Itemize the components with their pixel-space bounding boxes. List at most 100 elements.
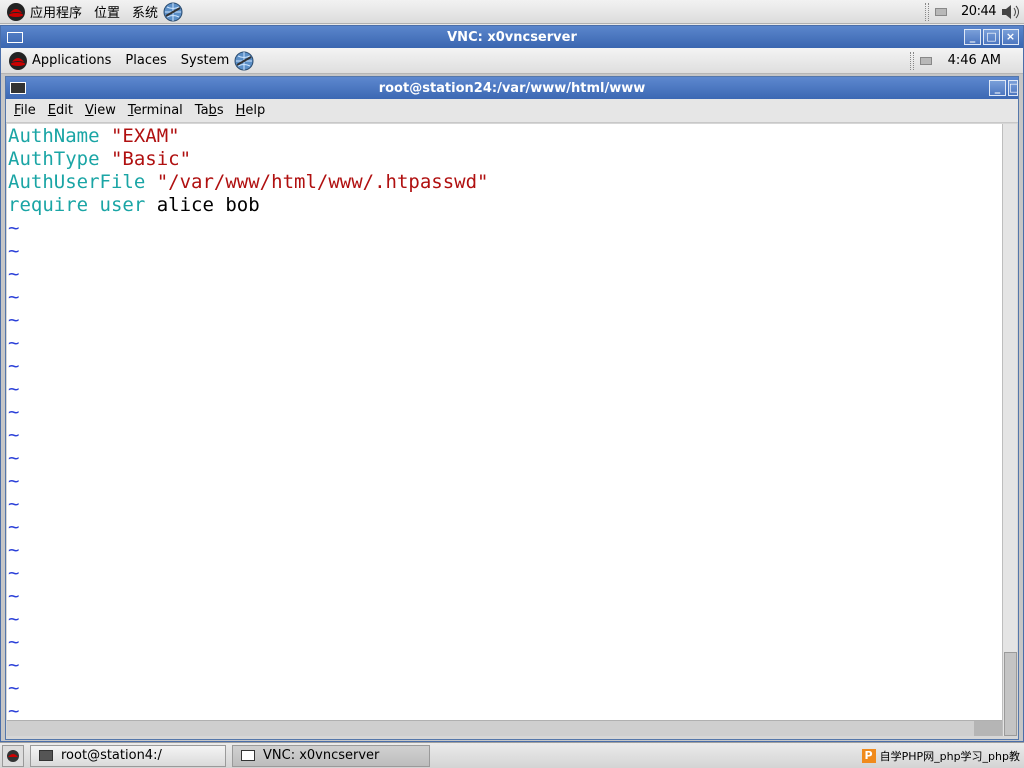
terminal-minimize-button[interactable]: _: [989, 80, 1006, 96]
menu-view-post: iew: [93, 103, 116, 118]
directive-string: "EXAM": [110, 125, 180, 147]
php-logo-icon: P: [861, 748, 876, 763]
menu-edit-mnemonic: E: [47, 103, 56, 118]
vertical-scrollbar[interactable]: [1002, 124, 1017, 736]
terminal-window: root@station24:/var/www/html/www _ □ Fil…: [5, 76, 1019, 740]
menu-view-mnemonic: V: [84, 103, 94, 118]
empty-line-marker: ~: [8, 470, 20, 492]
empty-line-marker: ~: [8, 332, 20, 354]
host-menu-label-1: 位置: [94, 6, 121, 21]
tray-separator: [925, 2, 930, 21]
menu-tabs-post: s: [216, 103, 224, 118]
menu-tabs-pre: Ta: [194, 103, 209, 118]
host-system-menu[interactable]: 系统: [126, 0, 190, 24]
empty-line-marker: ~: [8, 677, 20, 699]
menu-terminal[interactable]: Terminal: [122, 103, 189, 118]
minimize-button[interactable]: _: [964, 29, 981, 45]
menu-tabs[interactable]: Tabs: [189, 103, 230, 118]
window-icon: [241, 750, 255, 761]
show-desktop-button[interactable]: [2, 744, 24, 767]
empty-buffer-lines: ~ ~ ~ ~ ~ ~ ~ ~ ~ ~ ~ ~ ~ ~ ~ ~ ~ ~ ~ ~ ~ ~: [8, 217, 1002, 720]
vnc-window: VNC: x0vncserver _ □ × Applications Plac…: [0, 25, 1024, 742]
taskbar-item-label: VNC: x0vncserver: [263, 748, 380, 763]
directive-value: alice bob: [156, 194, 260, 216]
empty-line-marker: ~: [8, 493, 20, 515]
editor-line: AuthName "EXAM": [8, 125, 1002, 148]
empty-line-marker: ~: [8, 654, 20, 676]
editor-line: AuthUserFile "/var/www/html/www/.htpassw…: [8, 171, 1002, 194]
menu-terminal-post: erminal: [133, 103, 183, 118]
taskbar-item-terminal[interactable]: root@station4:/: [30, 744, 226, 767]
menu-file[interactable]: File: [6, 103, 42, 118]
terminal-title: root@station24:/var/www/html/www: [378, 80, 646, 96]
remote-system-menu[interactable]: System: [174, 48, 262, 74]
remote-clock[interactable]: 4:46 AM: [948, 53, 1001, 68]
horizontal-scrollbar[interactable]: [7, 720, 1002, 736]
window-menu-icon[interactable]: [7, 31, 23, 43]
watermark-text: 自学PHP网_php学习_php教: [879, 749, 1020, 763]
taskbar-item-label: root@station4:/: [61, 748, 162, 763]
host-places-menu[interactable]: 位置: [88, 0, 126, 24]
menu-edit[interactable]: Edit: [42, 103, 79, 118]
remote-menu-label-1: Places: [125, 53, 167, 68]
empty-line-marker: ~: [8, 355, 20, 377]
terminal-text-area[interactable]: AuthName "EXAM" AuthType "Basic" AuthUse…: [7, 124, 1002, 720]
empty-line-marker: ~: [8, 447, 20, 469]
horizontal-scrollbar-thumb[interactable]: [974, 721, 1002, 736]
network-globe-icon[interactable]: [233, 50, 255, 72]
menu-file-post: ile: [20, 103, 36, 118]
directive-keyword: AuthType: [8, 148, 100, 170]
vnc-titlebar[interactable]: VNC: x0vncserver _ □ ×: [1, 26, 1023, 48]
empty-line-marker: ~: [8, 401, 20, 423]
terminal-menubar: File Edit View Terminal Tabs Help: [6, 99, 1018, 123]
host-menu-label-2: 系统: [132, 6, 159, 21]
terminal-titlebar[interactable]: root@station24:/var/www/html/www _ □: [6, 77, 1018, 99]
empty-line-marker: ~: [8, 309, 20, 331]
empty-line-marker: ~: [8, 263, 20, 285]
remote-menu-label-0: Applications: [32, 53, 112, 68]
host-clock[interactable]: 20:44: [961, 4, 996, 19]
tray-indicator-icon[interactable]: [919, 56, 932, 65]
host-applications-menu[interactable]: 应用程序: [0, 0, 88, 24]
remote-top-panel: Applications Places System 4:46 AM: [1, 48, 1023, 74]
menu-help[interactable]: Help: [230, 103, 272, 118]
empty-line-marker: ~: [8, 539, 20, 561]
empty-line-marker: ~: [8, 217, 20, 239]
empty-line-marker: ~: [8, 631, 20, 653]
menu-tabs-mnemonic: b: [208, 103, 217, 118]
tray-indicator-icon[interactable]: [935, 7, 948, 16]
redhat-icon: [7, 2, 25, 21]
menu-edit-post: dit: [56, 103, 73, 118]
menu-view[interactable]: View: [79, 103, 122, 118]
directive-keyword: AuthName: [8, 125, 100, 147]
empty-line-marker: ~: [8, 378, 20, 400]
scrollbar-thumb[interactable]: [1004, 652, 1017, 736]
empty-line-marker: ~: [8, 562, 20, 584]
network-globe-icon[interactable]: [162, 1, 184, 23]
directive-string: "Basic": [110, 148, 192, 170]
terminal-maximize-button[interactable]: □: [1008, 80, 1018, 96]
vnc-window-title: VNC: x0vncserver: [447, 29, 577, 45]
close-button[interactable]: ×: [1002, 29, 1019, 45]
watermark: P 自学PHP网_php学习_php教: [861, 748, 1020, 764]
redhat-icon: [9, 51, 27, 70]
empty-line-marker: ~: [8, 700, 20, 720]
empty-line-marker: ~: [8, 424, 20, 446]
empty-line-marker: ~: [8, 516, 20, 538]
tray-separator: [909, 51, 914, 70]
editor-line: require user alice bob: [8, 194, 1002, 217]
taskbar-item-vnc[interactable]: VNC: x0vncserver: [232, 744, 430, 767]
editor-line: AuthType "Basic": [8, 148, 1002, 171]
remote-applications-menu[interactable]: Applications: [1, 48, 118, 74]
directive-keyword: AuthUserFile: [8, 171, 146, 193]
menu-help-mnemonic: H: [235, 103, 246, 118]
volume-icon[interactable]: [1000, 2, 1022, 22]
empty-line-marker: ~: [8, 286, 20, 308]
directive-string: "/var/www/html/www/.htpasswd": [156, 171, 489, 193]
remote-places-menu[interactable]: Places: [118, 48, 173, 74]
maximize-button[interactable]: □: [983, 29, 1000, 45]
terminal-icon[interactable]: [10, 82, 26, 94]
remote-menu-label-2: System: [180, 53, 230, 68]
terminal-icon: [39, 750, 53, 761]
host-taskbar: root@station4:/ VNC: x0vncserver P 自学PHP…: [0, 742, 1024, 768]
